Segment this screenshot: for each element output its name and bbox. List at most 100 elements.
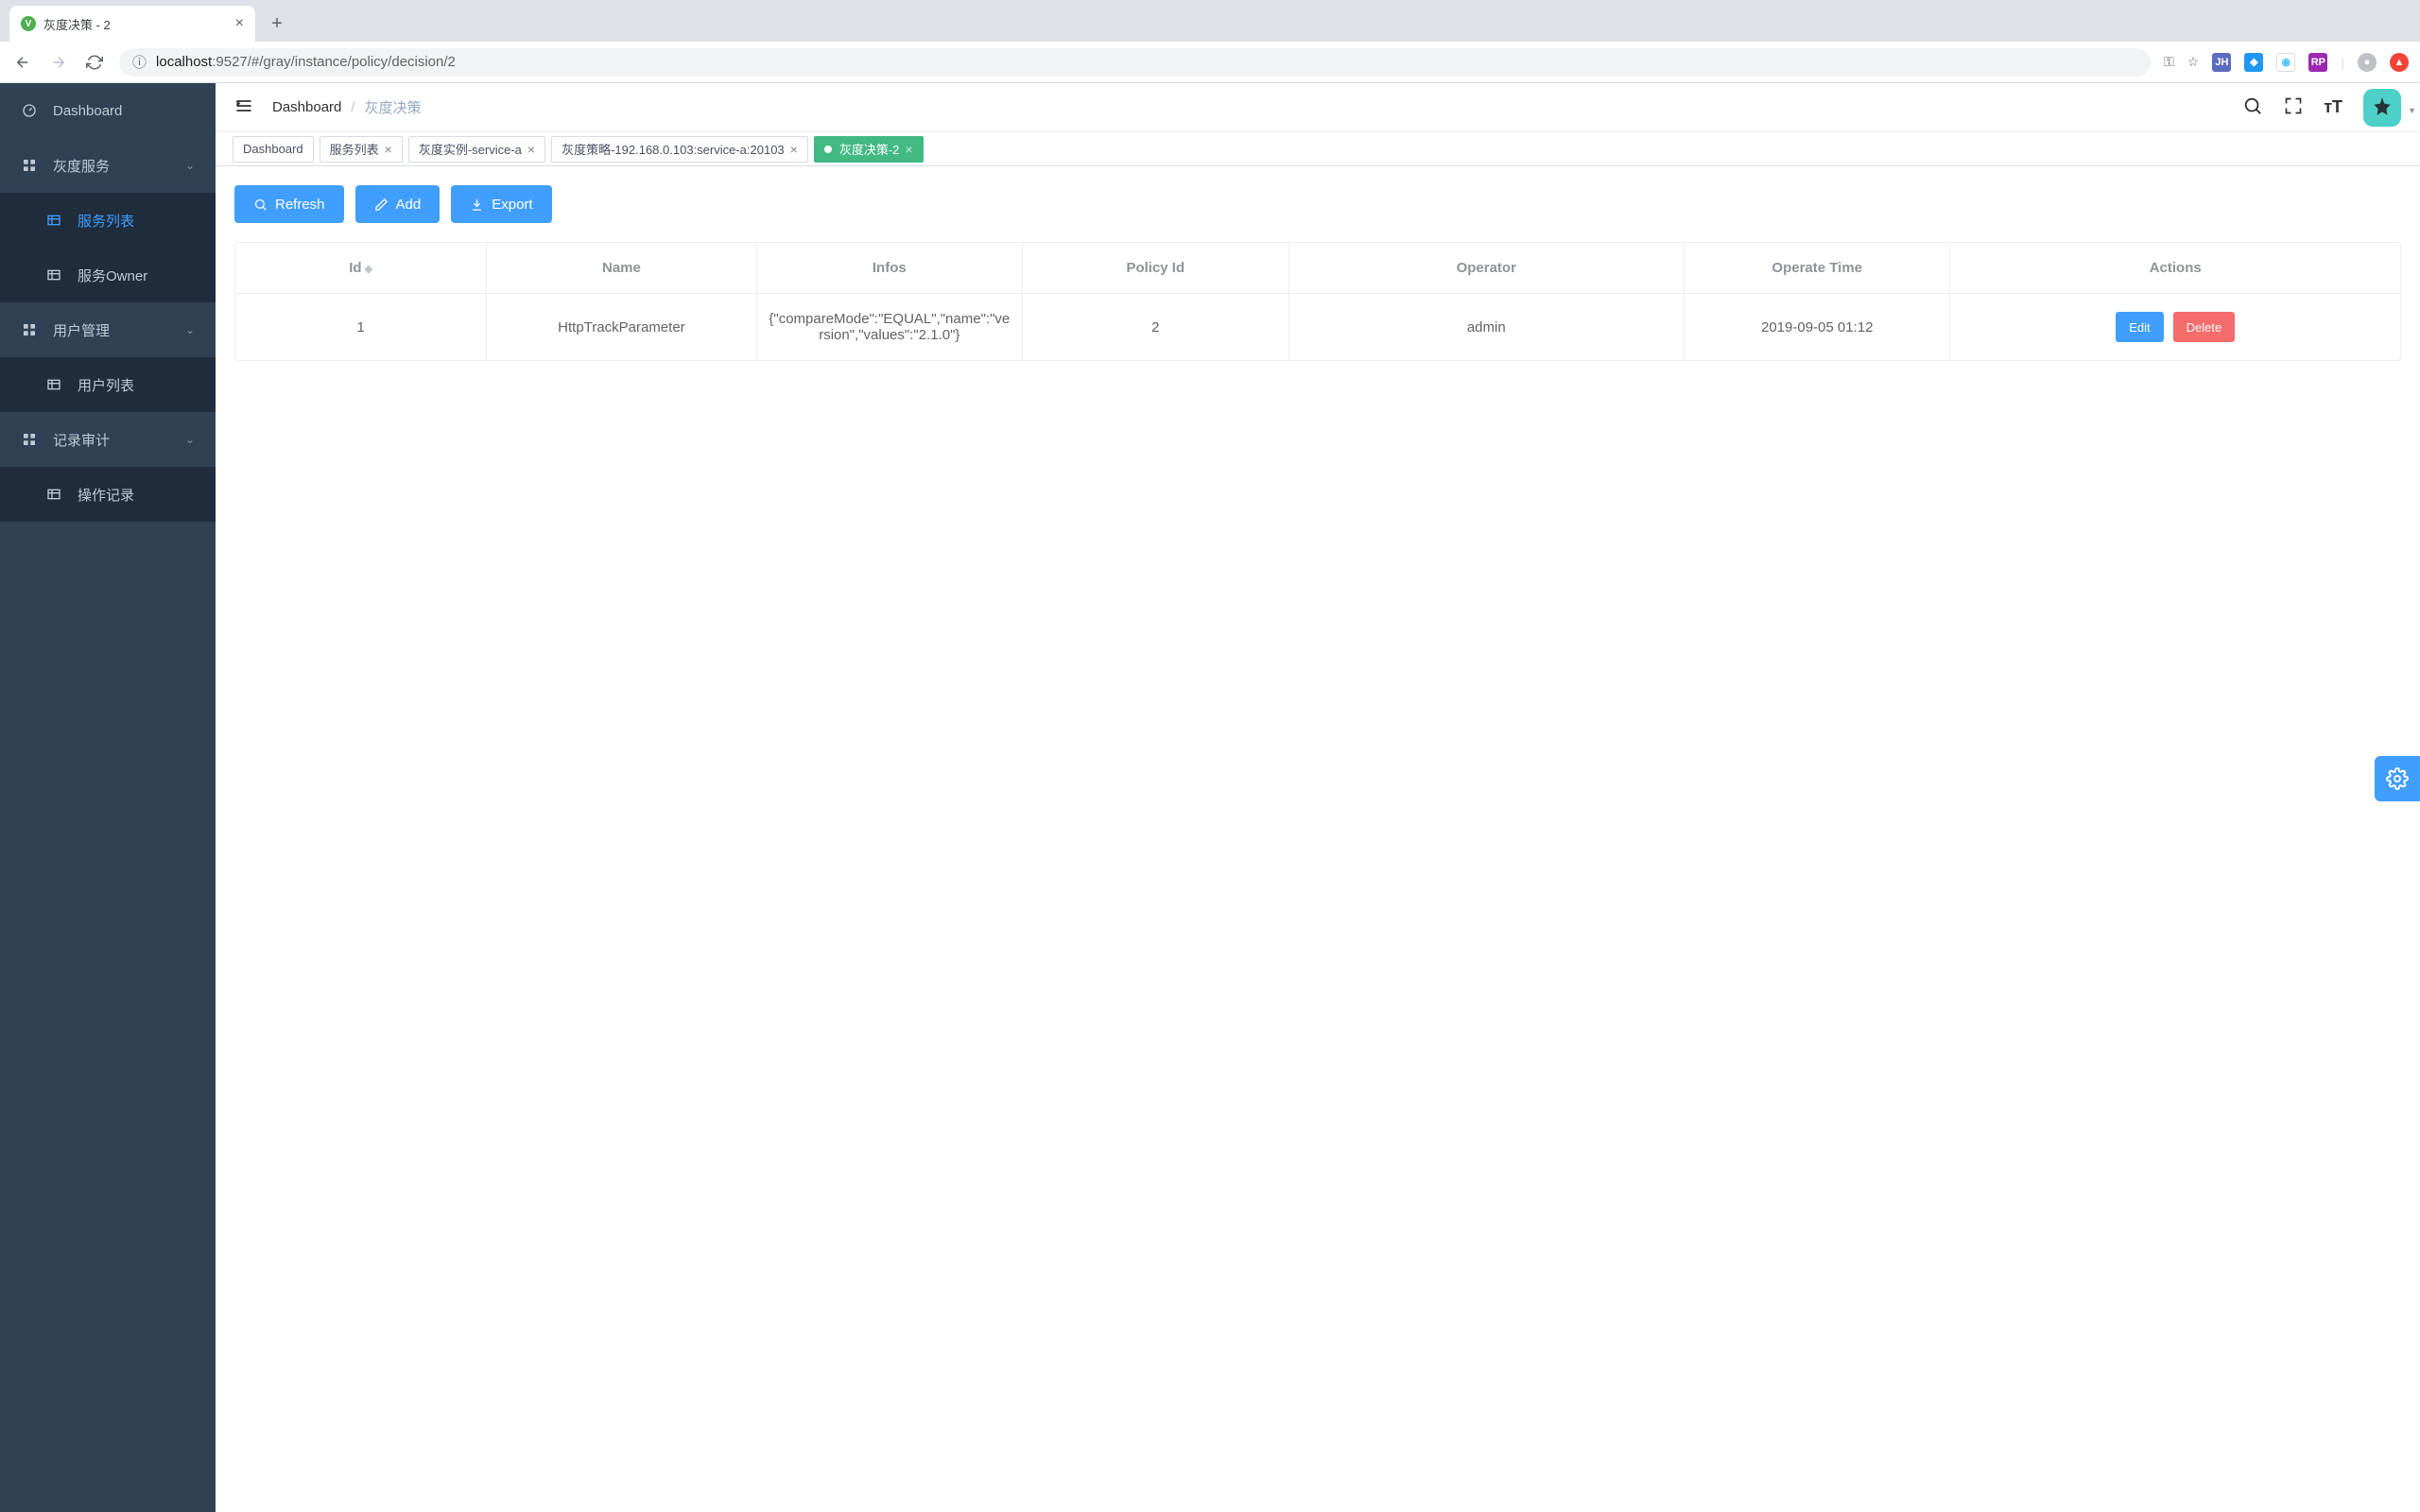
edit-button[interactable]: Edit [2116,312,2163,342]
col-operator: Operator [1289,243,1685,294]
tab-strip: V 灰度决策 - 2 × + [0,0,2420,42]
ext-icon-rp[interactable]: RP [2308,53,2327,72]
breadcrumb-sep: / [351,99,354,115]
key-icon[interactable]: ⚿ [2164,54,2174,70]
new-tab-button[interactable]: + [263,9,291,38]
col-id[interactable]: Id◆ [235,243,487,294]
sidebar-item-user-list[interactable]: 用户列表 [0,357,216,412]
gear-icon [2386,767,2409,790]
search-icon [253,198,268,212]
profile-icon[interactable]: ● [2358,53,2377,72]
add-button[interactable]: Add [355,185,441,223]
cell-actions: Edit Delete [1950,294,2400,360]
grid-icon [21,322,38,337]
sidebar-label: 服务列表 [78,211,134,231]
topbar: Dashboard / 灰度决策 тT ▼ [216,83,2420,132]
url-field[interactable]: ⓘ localhost:9527/#/gray/instance/policy/… [119,48,2151,77]
reload-button[interactable] [83,51,106,74]
table-icon [45,213,62,228]
sidebar-item-dashboard[interactable]: Dashboard [0,83,216,138]
sidebar-item-service-list[interactable]: 服务列表 [0,193,216,248]
col-infos: Infos [757,243,1023,294]
delete-button[interactable]: Delete [2173,312,2236,342]
table-icon [45,487,62,502]
sidebar-item-op-log[interactable]: 操作记录 [0,467,216,522]
avatar[interactable]: ▼ [2363,89,2401,127]
chevron-down-icon: ⌄ [185,433,195,446]
view-tab-gray-decision[interactable]: 灰度决策-2× [814,136,924,163]
view-tab-service-list[interactable]: 服务列表× [320,136,403,163]
settings-fab[interactable] [2375,756,2420,801]
refresh-button[interactable]: Refresh [234,185,344,223]
sidebar-label: 操作记录 [78,485,134,505]
view-tab-gray-policy[interactable]: 灰度策略-192.168.0.103:service-a:20103× [551,136,808,163]
view-tab-gray-instance[interactable]: 灰度实例-service-a× [408,136,545,163]
edit-icon [374,198,389,212]
favicon: V [21,16,36,31]
close-icon[interactable]: × [385,142,392,157]
hamburger-icon[interactable] [234,96,253,118]
extension-icons: ⚿ ☆ JH ◆ ◉ RP | ● ▲ [2164,53,2409,72]
content: Refresh Add Export Id◆ Name Infos [216,166,2420,1512]
breadcrumb-current: 灰度决策 [365,97,422,117]
url-path: :9527/#/gray/instance/policy/decision/2 [212,54,456,70]
view-tab-dashboard[interactable]: Dashboard [233,136,314,163]
col-operate-time: Operate Time [1685,243,1950,294]
browser-tab-title: 灰度决策 - 2 [43,15,228,33]
col-actions: Actions [1950,243,2400,294]
grid-icon [21,158,38,173]
cell-operate-time: 2019-09-05 01:12 [1685,294,1950,360]
sidebar-label: 服务Owner [78,266,147,285]
close-icon[interactable]: × [527,142,535,157]
ext-icon-circle[interactable]: ◉ [2276,53,2295,72]
cell-name: HttpTrackParameter [487,294,756,360]
search-icon[interactable] [2242,95,2263,119]
action-row: Refresh Add Export [234,185,2401,223]
site-info-icon[interactable]: ⓘ [132,52,147,72]
fullscreen-icon[interactable] [2284,96,2303,118]
breadcrumb: Dashboard / 灰度决策 [272,97,422,117]
sidebar: Dashboard 灰度服务 ⌄ 服务列表 服务Owner 用户管理 ⌄ [0,83,216,1512]
download-icon [470,198,484,212]
sidebar-item-gray-service[interactable]: 灰度服务 ⌄ [0,138,216,193]
chevron-down-icon: ⌄ [185,159,195,172]
sort-icon: ◆ [365,264,372,275]
col-policy-id: Policy Id [1023,243,1288,294]
close-icon[interactable]: × [905,142,912,157]
close-icon[interactable]: × [235,15,244,32]
app-root: Dashboard 灰度服务 ⌄ 服务列表 服务Owner 用户管理 ⌄ [0,83,2420,1512]
export-button[interactable]: Export [451,185,551,223]
breadcrumb-home[interactable]: Dashboard [272,99,341,115]
cell-infos: {"compareMode":"EQUAL","name":"version",… [757,294,1023,360]
sidebar-item-audit[interactable]: 记录审计 ⌄ [0,412,216,467]
sidebar-label: 灰度服务 [53,156,110,176]
sidebar-label: 用户管理 [53,320,110,340]
sidebar-label: Dashboard [53,103,122,119]
url-host: localhost [156,54,212,70]
chevron-down-icon: ⌄ [185,323,195,336]
browser-tab[interactable]: V 灰度决策 - 2 × [9,6,255,42]
cell-id: 1 [235,294,487,360]
data-table: Id◆ Name Infos Policy Id Operator Operat… [234,242,2401,361]
table-icon [45,267,62,283]
ext-icon-red[interactable]: ▲ [2390,53,2409,72]
star-icon[interactable]: ☆ [2187,54,2200,70]
caret-down-icon: ▼ [2408,106,2416,115]
sidebar-item-user-mgmt[interactable]: 用户管理 ⌄ [0,302,216,357]
back-button[interactable] [11,51,34,74]
sidebar-item-service-owner[interactable]: 服务Owner [0,248,216,302]
ext-icon-blue[interactable]: ◆ [2244,53,2263,72]
sidebar-label: 记录审计 [53,430,110,450]
dashboard-icon [21,103,38,118]
sidebar-label: 用户列表 [78,375,134,395]
topbar-right: тT ▼ [2242,89,2401,127]
close-icon[interactable]: × [790,142,798,157]
font-size-icon[interactable]: тT [2324,97,2342,117]
forward-button[interactable] [47,51,70,74]
grid-icon [21,432,38,447]
table-row: 1 HttpTrackParameter {"compareMode":"EQU… [235,294,2400,360]
view-tabs-row: Dashboard 服务列表× 灰度实例-service-a× 灰度策略-192… [216,132,2420,166]
ext-icon-jh[interactable]: JH [2212,53,2231,72]
address-bar: ⓘ localhost:9527/#/gray/instance/policy/… [0,42,2420,83]
table-icon [45,377,62,392]
